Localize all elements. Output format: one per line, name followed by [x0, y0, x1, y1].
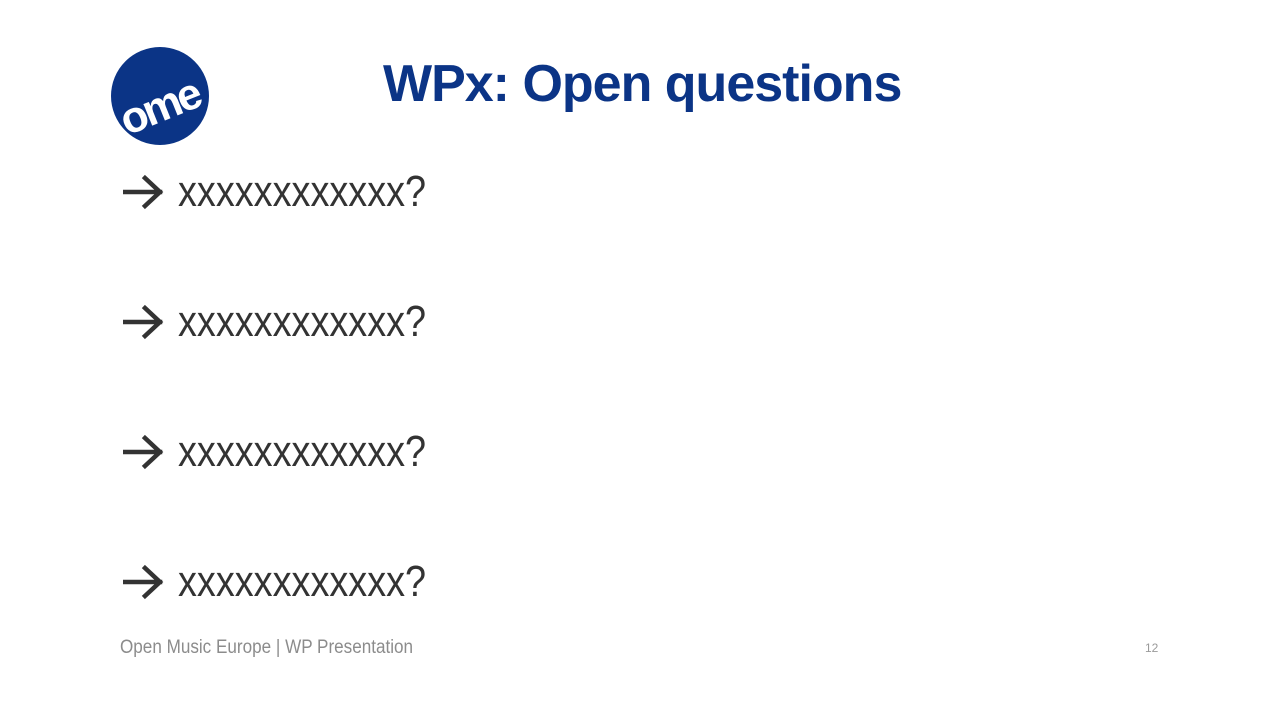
footer-text: Open Music Europe | WP Presentation: [120, 637, 414, 658]
arrow-right-icon: [123, 434, 164, 470]
ome-logo: ome: [111, 47, 209, 145]
bullet-item: xxxxxxxxxxxx?: [123, 422, 466, 482]
bullet-text: xxxxxxxxxxxx?: [178, 167, 427, 216]
page-title: WPx: Open questions: [383, 55, 902, 113]
arrow-right-icon: [123, 174, 164, 210]
arrow-right-icon: [123, 304, 164, 340]
arrow-right-icon: [123, 564, 164, 600]
bullet-item: xxxxxxxxxxxx?: [123, 552, 466, 612]
page-number: 12: [1145, 641, 1159, 655]
bullet-text: xxxxxxxxxxxx?: [178, 427, 427, 476]
bullet-text: xxxxxxxxxxxx?: [178, 557, 427, 606]
bullet-item: xxxxxxxxxxxx?: [123, 162, 466, 222]
bullet-text: xxxxxxxxxxxx?: [178, 297, 427, 346]
bullet-item: xxxxxxxxxxxx?: [123, 292, 466, 352]
slide: ome WPx: Open questions xxxxxxxxxxxx? xx…: [0, 0, 1280, 720]
